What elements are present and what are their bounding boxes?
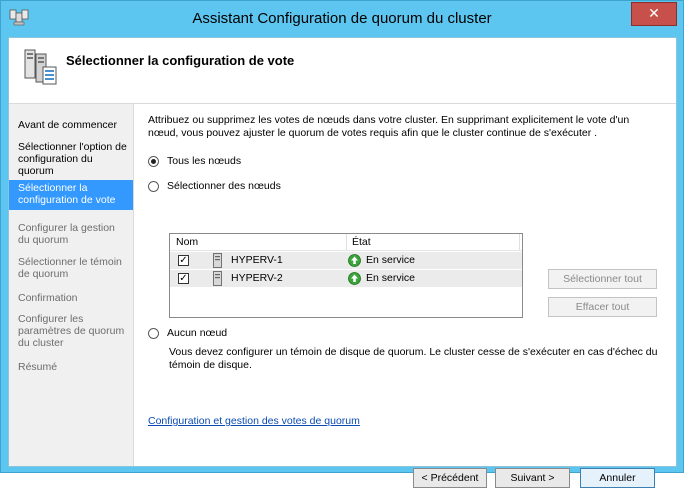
wizard-steps-sidebar: Avant de commencer Sélectionner l'option… xyxy=(9,104,134,466)
option-no-nodes[interactable]: Aucun nœud xyxy=(148,327,227,339)
node-checkbox[interactable]: ✓ xyxy=(178,255,189,266)
wizard-client-area: Sélectionner la configuration de vote Av… xyxy=(8,37,677,488)
previous-button[interactable]: < Précédent xyxy=(413,468,487,488)
column-state[interactable]: État xyxy=(352,236,371,248)
node-state: En service xyxy=(366,272,416,284)
online-status-icon xyxy=(348,272,361,285)
node-row[interactable]: ✓ HYPERV-1 En service xyxy=(170,252,522,269)
clear-all-button[interactable]: Effacer tout xyxy=(548,297,657,317)
title-bar[interactable]: Assistant Configuration de quorum du clu… xyxy=(1,1,683,36)
help-link[interactable]: Configuration et gestion des votes de qu… xyxy=(148,415,360,427)
option-all-nodes-label: Tous les nœuds xyxy=(167,155,242,167)
wizard-header: Sélectionner la configuration de vote xyxy=(9,38,676,104)
nav-step-confirmation: Confirmation xyxy=(18,292,78,304)
close-button[interactable]: ✕ xyxy=(631,2,677,26)
node-name: HYPERV-2 xyxy=(231,272,283,284)
no-nodes-description: Vous devez configurer un témoin de disqu… xyxy=(169,346,658,371)
option-select-nodes-label: Sélectionner des nœuds xyxy=(167,180,281,192)
column-separator xyxy=(519,234,520,250)
node-state: En service xyxy=(366,254,416,266)
node-checkbox[interactable]: ✓ xyxy=(178,273,189,284)
next-button[interactable]: Suivant > xyxy=(495,468,570,488)
option-no-nodes-label: Aucun nœud xyxy=(167,327,228,339)
radio-select-nodes[interactable] xyxy=(148,180,159,192)
wizard-window: Assistant Configuration de quorum du clu… xyxy=(0,0,684,488)
nav-step-summary: Résumé xyxy=(18,361,58,373)
node-list[interactable]: Nom État ✓ HYPERV-1 En service ✓ HYPERV-… xyxy=(169,233,523,318)
online-status-icon xyxy=(348,254,361,267)
cluster-servers-icon xyxy=(24,49,57,85)
option-select-nodes[interactable]: Sélectionner des nœuds xyxy=(148,180,281,192)
node-row[interactable]: ✓ HYPERV-2 En service xyxy=(170,270,522,287)
nav-step-configure-settings: Configurer les paramètres de quorum du c… xyxy=(18,313,125,349)
server-icon xyxy=(213,271,222,286)
nav-step-quorum-option[interactable]: Sélectionner l'option de configuration d… xyxy=(9,139,133,179)
column-separator xyxy=(346,234,347,250)
nav-step-quorum-management: Configurer la gestion du quorum xyxy=(18,222,115,246)
cancel-button[interactable]: Annuler xyxy=(580,468,655,488)
option-all-nodes[interactable]: Tous les nœuds xyxy=(148,155,241,167)
wizard-content: Attribuez ou supprimez les votes de nœud… xyxy=(134,104,676,488)
page-title: Sélectionner la configuration de vote xyxy=(66,53,295,68)
nav-step-vote-configuration[interactable]: Sélectionner la configuration de vote xyxy=(9,180,133,210)
radio-no-nodes[interactable] xyxy=(148,327,159,339)
server-icon xyxy=(213,253,222,268)
node-name: HYPERV-1 xyxy=(231,254,283,266)
radio-all-nodes[interactable] xyxy=(148,155,159,167)
node-list-header: Nom État xyxy=(170,234,522,251)
window-title: Assistant Configuration de quorum du clu… xyxy=(192,10,492,27)
nav-step-before-begin[interactable]: Avant de commencer xyxy=(9,117,133,133)
column-name[interactable]: Nom xyxy=(176,236,198,248)
nav-step-quorum-witness: Sélectionner le témoin de quorum xyxy=(18,256,122,280)
page-description: Attribuez ou supprimez les votes de nœud… xyxy=(148,114,630,139)
select-all-button[interactable]: Sélectionner tout xyxy=(548,269,657,289)
